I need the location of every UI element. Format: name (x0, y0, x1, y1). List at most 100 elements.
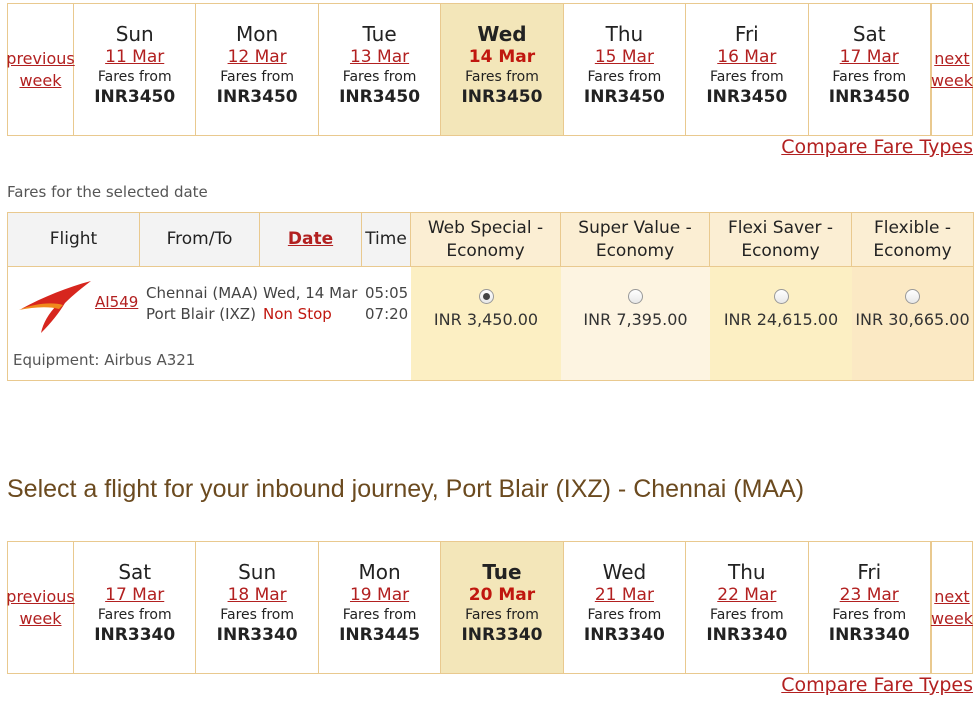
fares-from-label: Fares from (342, 607, 417, 623)
day-name: Sat (118, 560, 152, 584)
day-date-link[interactable]: 13 Mar (350, 47, 409, 67)
day-fare: INR3450 (583, 87, 665, 107)
day-fare: INR3340 (94, 625, 176, 645)
day-fare: INR3450 (339, 87, 421, 107)
fares-subheading: Fares for the selected date (7, 183, 208, 201)
day-cell[interactable]: Wed 14 Mar Fares from INR3450 (441, 4, 564, 135)
fares-from-label: Fares from (220, 69, 294, 85)
day-fare: INR3450 (706, 87, 788, 107)
previous-week-link-inbound[interactable]: previous week (6, 542, 75, 673)
flight-number-link[interactable]: AI549 (95, 293, 138, 311)
day-fare: INR3340 (216, 625, 298, 645)
from-to-cell: Chennai (MAA) Port Blair (IXZ) (146, 283, 258, 325)
fare-cell-super-value[interactable]: INR 7,395.00 (561, 267, 710, 380)
day-fare: INR3340 (828, 625, 910, 645)
fares-from-label: Fares from (465, 69, 539, 85)
fare-radio-flexible[interactable] (905, 289, 920, 304)
next-week-label[interactable]: next week (931, 586, 973, 630)
day-name: Fri (857, 560, 882, 584)
previous-week-link-outbound[interactable]: previous week (6, 4, 75, 135)
fare-radio-super-value[interactable] (628, 289, 643, 304)
day-name: Sun (238, 560, 277, 584)
day-date-link[interactable]: 14 Mar (469, 47, 535, 67)
previous-week-label[interactable]: previous week (6, 586, 74, 630)
fares-from-label: Fares from (587, 607, 662, 623)
origin: Chennai (MAA) (146, 284, 258, 302)
day-name: Wed (602, 560, 647, 584)
day-fare: INR3445 (339, 625, 421, 645)
day-name: Tue (482, 560, 522, 584)
next-week-link[interactable]: next week (931, 4, 973, 135)
day-date-link[interactable]: 17 Mar (105, 585, 164, 605)
day-date-link[interactable]: 19 Mar (350, 585, 409, 605)
day-cell[interactable]: Wed 21 Mar Fares from INR3340 (564, 542, 687, 673)
day-date-link[interactable]: 18 Mar (228, 585, 287, 605)
destination: Port Blair (IXZ) (146, 305, 256, 323)
day-name: Sat (852, 22, 886, 46)
fare-amount-web-special: INR 3,450.00 (433, 310, 539, 329)
day-cell[interactable]: Sat 17 Mar Fares from INR3450 (809, 4, 931, 135)
previous-week-label[interactable]: previous week (6, 48, 74, 92)
fare-radio-flexi-saver[interactable] (773, 289, 789, 304)
fares-from-label: Fares from (465, 607, 539, 623)
day-date-link[interactable]: 12 Mar (228, 47, 287, 67)
fare-radio-web-special[interactable] (478, 289, 494, 304)
day-fare: INR3450 (461, 87, 543, 107)
arrival-time: 07:20 (365, 305, 409, 323)
day-cell[interactable]: Sun 18 Mar Fares from INR3340 (196, 542, 319, 673)
day-cell[interactable]: Tue 20 Mar Fares from INR3340 (441, 542, 564, 673)
day-cell[interactable]: Mon 19 Mar Fares from INR3445 (319, 542, 442, 673)
day-name: Thu (605, 22, 644, 46)
day-cell[interactable]: Fri 23 Mar Fares from INR3340 (809, 542, 931, 673)
day-date-link[interactable]: 17 Mar (840, 47, 899, 67)
day-cell[interactable]: Thu 22 Mar Fares from INR3340 (686, 542, 809, 673)
time-cell: 05:05 07:20 (365, 283, 408, 325)
fares-table-header: Flight From/To Date Time Web Special - E… (8, 213, 973, 267)
day-date-link[interactable]: 15 Mar (595, 47, 654, 67)
day-date-link[interactable]: 22 Mar (717, 585, 776, 605)
day-cell[interactable]: Thu 15 Mar Fares from INR3450 (564, 4, 687, 135)
compare-fare-types-link[interactable]: Compare Fare Types (781, 136, 973, 158)
day-date-link[interactable]: 21 Mar (595, 585, 654, 605)
header-super-value: Super Value - Economy (561, 213, 710, 266)
departure-time: 05:05 (365, 284, 409, 302)
day-name: Mon (236, 22, 279, 46)
fares-table: Flight From/To Date Time Web Special - E… (7, 212, 974, 381)
fare-amount-flexible: INR 30,665.00 (855, 310, 970, 329)
fare-amount-flexi-saver: INR 24,615.00 (723, 310, 839, 329)
compare-fare-types-link-inbound[interactable]: Compare Fare Types (781, 674, 973, 696)
fare-cell-web-special[interactable]: INR 3,450.00 (411, 267, 561, 380)
day-cell[interactable]: Mon 12 Mar Fares from INR3450 (196, 4, 319, 135)
day-cell[interactable]: Fri 16 Mar Fares from INR3450 (686, 4, 809, 135)
header-flight: Flight (8, 213, 140, 266)
header-date[interactable]: Date (260, 213, 362, 266)
fares-from-label: Fares from (220, 607, 294, 623)
day-fare: INR3340 (583, 625, 665, 645)
day-date-link[interactable]: 16 Mar (717, 47, 776, 67)
day-fare: INR3340 (461, 625, 543, 645)
fare-cell-flexi-saver[interactable]: INR 24,615.00 (710, 267, 852, 380)
day-date-link[interactable]: 11 Mar (105, 47, 164, 67)
header-flexible: Flexible - Economy (852, 213, 973, 266)
fare-cell-flexible[interactable]: INR 30,665.00 (852, 267, 973, 380)
fares-from-label: Fares from (709, 69, 784, 85)
header-time: Time (362, 213, 411, 266)
airline-logo-icon (19, 281, 91, 333)
day-name: Sun (115, 22, 154, 46)
fares-from-label: Fares from (587, 69, 662, 85)
sort-by-date-link[interactable]: Date (288, 228, 333, 251)
day-cell[interactable]: Sat 17 Mar Fares from INR3340 (74, 542, 197, 673)
header-flexi-saver: Flexi Saver - Economy (710, 213, 852, 266)
day-cell[interactable]: Tue 13 Mar Fares from INR3450 (319, 4, 442, 135)
next-week-label[interactable]: next week (931, 48, 973, 92)
next-week-link[interactable]: next week (931, 542, 973, 673)
fares-from-label: Fares from (832, 607, 907, 623)
day-cell[interactable]: Sun 11 Mar Fares from INR3450 (74, 4, 197, 135)
day-date-link[interactable]: 23 Mar (840, 585, 899, 605)
inbound-journey-title: Select a flight for your inbound journey… (7, 475, 805, 503)
day-fare: INR3450 (828, 87, 910, 107)
equipment-info: Equipment: Airbus A321 (13, 351, 196, 369)
day-date-link[interactable]: 20 Mar (469, 585, 535, 605)
inbound-date-strip: previous week Sat 17 Mar Fares from INR3340… (6, 541, 973, 674)
day-fare: INR3450 (94, 87, 176, 107)
